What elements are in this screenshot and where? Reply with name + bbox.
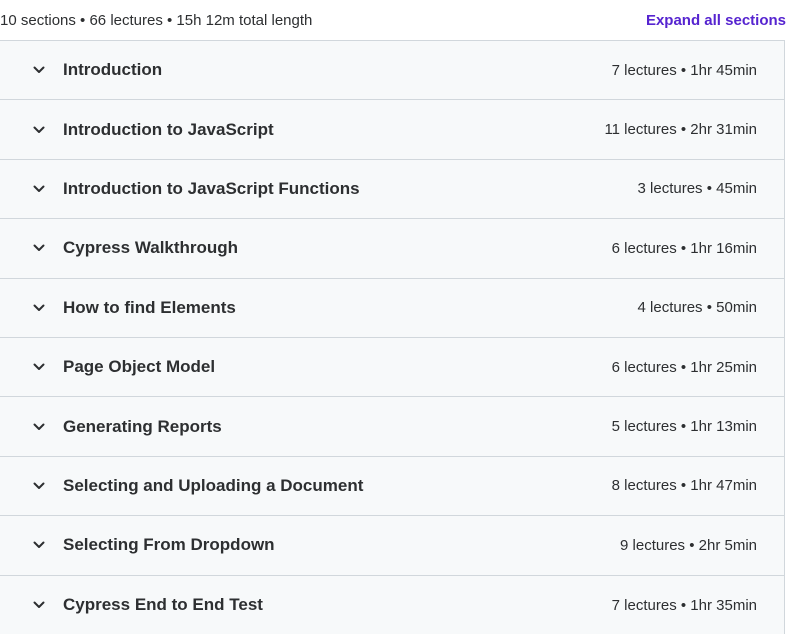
section-row[interactable]: Introduction to JavaScript Functions 3 l… <box>0 159 784 220</box>
section-title: Cypress Walkthrough <box>63 238 239 258</box>
section-meta: 6 lectures • 1hr 16min <box>611 239 757 257</box>
section-meta: 9 lectures • 2hr 5min <box>620 536 757 554</box>
chevron-down-icon <box>31 537 47 553</box>
section-meta: 8 lectures • 1hr 47min <box>611 477 757 495</box>
section-row[interactable]: Cypress End to End Test 7 lectures • 1hr… <box>0 575 784 634</box>
section-meta: 6 lectures • 1hr 25min <box>611 358 757 376</box>
chevron-down-icon <box>31 62 47 78</box>
section-title: Selecting and Uploading a Document <box>63 475 364 495</box>
section-row[interactable]: Page Object Model 6 lectures • 1hr 25min <box>0 337 784 398</box>
section-row[interactable]: Selecting and Uploading a Document 8 lec… <box>0 456 784 517</box>
chevron-down-icon <box>31 359 47 375</box>
chevron-down-icon <box>31 597 47 613</box>
section-title: Page Object Model <box>63 357 216 377</box>
chevron-down-icon <box>31 300 47 316</box>
section-row[interactable]: Generating Reports 5 lectures • 1hr 13mi… <box>0 397 784 457</box>
section-row[interactable]: Selecting From Dropdown 9 lectures • 2hr… <box>0 516 784 576</box>
section-title: Introduction to JavaScript <box>63 119 274 139</box>
section-meta: 7 lectures • 1hr 35min <box>611 596 757 614</box>
expand-all-sections-button[interactable]: Expand all sections <box>646 12 788 29</box>
chevron-down-icon <box>31 419 47 435</box>
course-summary: 10 sections • 66 lectures • 15h 12m tota… <box>0 11 313 29</box>
section-row[interactable]: Cypress Walkthrough 6 lectures • 1hr 16m… <box>0 219 784 279</box>
section-title: Introduction to JavaScript Functions <box>63 178 360 198</box>
section-row[interactable]: Introduction 7 lectures • 1hr 45min <box>0 41 784 101</box>
section-title: Selecting From Dropdown <box>63 535 275 555</box>
section-meta: 3 lectures • 45min <box>637 180 757 198</box>
chevron-down-icon <box>31 122 47 138</box>
section-meta: 7 lectures • 1hr 45min <box>611 61 757 79</box>
section-title: Cypress End to End Test <box>63 595 263 615</box>
chevron-down-icon <box>31 478 47 494</box>
section-meta: 5 lectures • 1hr 13min <box>611 418 757 436</box>
chevron-down-icon <box>31 240 47 256</box>
section-meta: 4 lectures • 50min <box>637 299 757 317</box>
section-title: How to find Elements <box>63 297 236 317</box>
section-title: Generating Reports <box>63 416 222 436</box>
curriculum-header: 10 sections • 66 lectures • 15h 12m tota… <box>0 0 788 40</box>
section-row[interactable]: How to find Elements 4 lectures • 50min <box>0 278 784 338</box>
section-title: Introduction <box>63 60 163 80</box>
section-row[interactable]: Introduction to JavaScript 11 lectures •… <box>0 100 784 160</box>
section-list: Introduction 7 lectures • 1hr 45min Intr… <box>0 40 785 634</box>
section-meta: 11 lectures • 2hr 31min <box>604 121 757 139</box>
chevron-down-icon <box>31 181 47 197</box>
